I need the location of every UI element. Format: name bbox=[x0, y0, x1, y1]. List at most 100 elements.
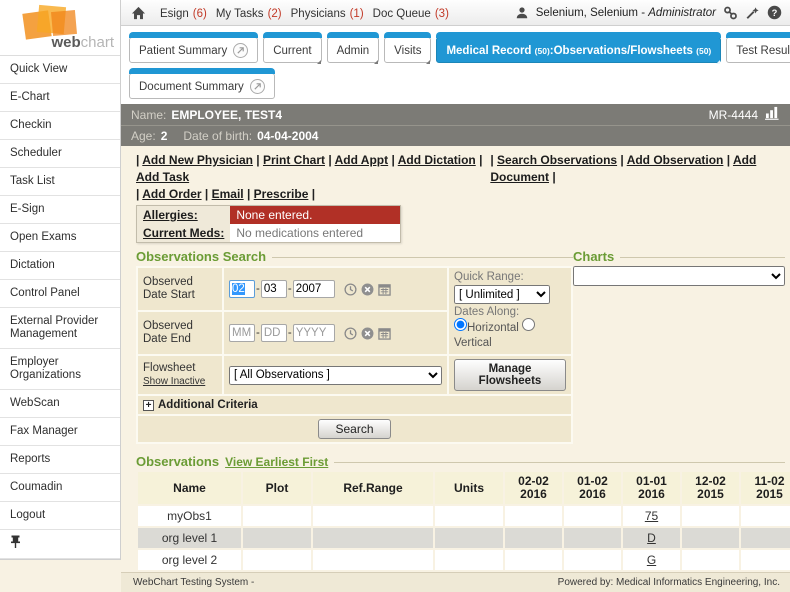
nav-physicians[interactable]: Physicians(1) bbox=[291, 8, 364, 20]
nav-doc-queue[interactable]: Doc Queue(3) bbox=[373, 8, 449, 20]
sidebar-pin-button[interactable] bbox=[0, 530, 120, 559]
sidebar-item-employer-organizations[interactable]: Employer Organizations bbox=[0, 349, 120, 390]
sidebar-item-open-exams[interactable]: Open Exams bbox=[0, 224, 120, 252]
sidebar-item-scheduler[interactable]: Scheduler bbox=[0, 140, 120, 168]
tab-stripe bbox=[129, 68, 275, 74]
observation-value-link[interactable]: G bbox=[647, 553, 656, 567]
tab-stripe bbox=[129, 32, 258, 38]
value-cell bbox=[682, 550, 739, 570]
tab-current[interactable]: Current bbox=[263, 37, 321, 63]
start-time-clock-icon[interactable] bbox=[344, 283, 357, 296]
link-add-order[interactable]: Add Order bbox=[142, 187, 201, 201]
end-month-input[interactable] bbox=[229, 324, 255, 342]
quick-range-select[interactable]: [ Unlimited ] bbox=[454, 285, 550, 304]
webchart-logo[interactable]: webchart bbox=[0, 0, 120, 56]
observations-title: Observations bbox=[136, 454, 219, 469]
link-chain-icon[interactable] bbox=[723, 6, 738, 20]
sidebar-item-webscan[interactable]: WebScan bbox=[0, 390, 120, 418]
show-inactive-link[interactable]: Show Inactive bbox=[143, 376, 205, 387]
link-print-chart[interactable]: Print Chart bbox=[263, 153, 325, 167]
help-icon[interactable]: ? bbox=[767, 5, 782, 20]
observed-date-start-label: Observed Date Start bbox=[138, 268, 222, 310]
tab-document-summary[interactable]: Document Summary bbox=[129, 73, 275, 99]
value-cell bbox=[313, 550, 433, 570]
flowsheet-select[interactable]: [ All Observations ] bbox=[229, 366, 442, 385]
end-calendar-icon[interactable] bbox=[378, 327, 391, 340]
dates-along-vertical-radio[interactable] bbox=[522, 318, 535, 331]
sidebar-item-e-sign[interactable]: E-Sign bbox=[0, 196, 120, 224]
start-clear-icon[interactable] bbox=[361, 283, 374, 296]
start-year-input[interactable] bbox=[293, 280, 335, 298]
additional-criteria-toggle[interactable]: Additional Criteria bbox=[158, 399, 258, 411]
allergies-link[interactable]: Allergies: bbox=[143, 208, 198, 222]
observations-header-row: NamePlotRef.RangeUnits02-02201601-022016… bbox=[138, 472, 790, 504]
dob-label: Date of birth: bbox=[183, 129, 252, 143]
observations-search-panel: Observations Search Observed Date Start … bbox=[136, 249, 573, 444]
column-header-12-02-2015: 12-022015 bbox=[682, 472, 739, 504]
start-calendar-icon[interactable] bbox=[378, 283, 391, 296]
popout-icon[interactable] bbox=[250, 79, 265, 94]
nav-esign[interactable]: Esign(6) bbox=[160, 8, 207, 20]
observation-value-link[interactable]: 75 bbox=[645, 509, 658, 523]
end-clear-icon[interactable] bbox=[361, 327, 374, 340]
link-add-observation[interactable]: Add Observation bbox=[627, 153, 724, 167]
end-year-input[interactable] bbox=[293, 324, 335, 342]
charts-select[interactable] bbox=[573, 266, 785, 286]
dates-along-label: Dates Along: bbox=[454, 306, 566, 318]
link-prescribe[interactable]: Prescribe bbox=[254, 187, 309, 201]
popout-icon[interactable] bbox=[233, 43, 248, 58]
column-header-02-02-2016: 02-022016 bbox=[505, 472, 562, 504]
home-icon[interactable] bbox=[131, 6, 146, 20]
start-day-input[interactable] bbox=[261, 280, 287, 298]
start-month-input[interactable]: 02 bbox=[229, 280, 255, 298]
sidebar: webchart Quick ViewE-ChartCheckinSchedul… bbox=[0, 0, 121, 592]
sidebar-item-control-panel[interactable]: Control Panel bbox=[0, 280, 120, 308]
sidebar-item-e-chart[interactable]: E-Chart bbox=[0, 84, 120, 112]
link-add-dictation[interactable]: Add Dictation bbox=[398, 153, 476, 167]
link-email[interactable]: Email bbox=[212, 187, 244, 201]
sidebar-item-logout[interactable]: Logout bbox=[0, 502, 120, 530]
sidebar-item-reports[interactable]: Reports bbox=[0, 446, 120, 474]
sidebar-menu: webchart Quick ViewE-ChartCheckinSchedul… bbox=[0, 0, 121, 560]
value-cell: G bbox=[623, 550, 680, 570]
sidebar-item-fax-manager[interactable]: Fax Manager bbox=[0, 418, 120, 446]
value-cell bbox=[313, 506, 433, 526]
sidebar-item-task-list[interactable]: Task List bbox=[0, 168, 120, 196]
nav-my-tasks[interactable]: My Tasks(2) bbox=[216, 8, 282, 20]
tab-stripe bbox=[436, 32, 721, 38]
table-row: myObs175 bbox=[138, 506, 790, 526]
sidebar-item-dictation[interactable]: Dictation bbox=[0, 252, 120, 280]
tab-visits[interactable]: Visits bbox=[384, 37, 431, 63]
link-search-observations[interactable]: Search Observations bbox=[497, 153, 617, 167]
flowsheet-label: Flowsheet bbox=[143, 362, 195, 374]
value-cell bbox=[682, 528, 739, 548]
tab-medical-record-50-observations-flowsheets-50[interactable]: Medical Record (50):Observations/Flowshe… bbox=[436, 37, 721, 63]
manage-flowsheets-button[interactable]: Manage Flowsheets bbox=[454, 359, 566, 391]
dates-along-horizontal-radio[interactable] bbox=[454, 318, 467, 331]
patient-chart-icon[interactable] bbox=[765, 106, 780, 123]
sidebar-item-external-provider-management[interactable]: External Provider Management bbox=[0, 308, 120, 349]
wand-icon[interactable] bbox=[745, 6, 760, 20]
plot-cell bbox=[243, 550, 311, 570]
tab-stripe bbox=[263, 32, 321, 38]
observations-search-title: Observations Search bbox=[136, 249, 573, 264]
mr-number: MR-4444 bbox=[709, 108, 758, 122]
search-button[interactable]: Search bbox=[318, 419, 390, 439]
pushpin-icon bbox=[10, 535, 21, 548]
expand-plus-icon[interactable]: + bbox=[143, 400, 154, 411]
view-earliest-first-link[interactable]: View Earliest First bbox=[225, 455, 328, 469]
link-add-task[interactable]: Add Task bbox=[136, 170, 189, 184]
observation-value-link[interactable]: D bbox=[647, 531, 656, 545]
link-add-new-physician[interactable]: Add New Physician bbox=[142, 153, 253, 167]
end-time-clock-icon[interactable] bbox=[344, 327, 357, 340]
link-add-appt[interactable]: Add Appt bbox=[335, 153, 389, 167]
current-meds-link[interactable]: Current Meds: bbox=[143, 226, 224, 240]
sidebar-item-quick-view[interactable]: Quick View bbox=[0, 56, 120, 84]
tab-admin[interactable]: Admin bbox=[327, 37, 380, 63]
value-cell bbox=[741, 528, 790, 548]
tab-test-results[interactable]: Test Results bbox=[726, 37, 790, 63]
sidebar-item-coumadin[interactable]: Coumadin bbox=[0, 474, 120, 502]
end-day-input[interactable] bbox=[261, 324, 287, 342]
sidebar-item-checkin[interactable]: Checkin bbox=[0, 112, 120, 140]
tab-patient-summary[interactable]: Patient Summary bbox=[129, 37, 258, 63]
